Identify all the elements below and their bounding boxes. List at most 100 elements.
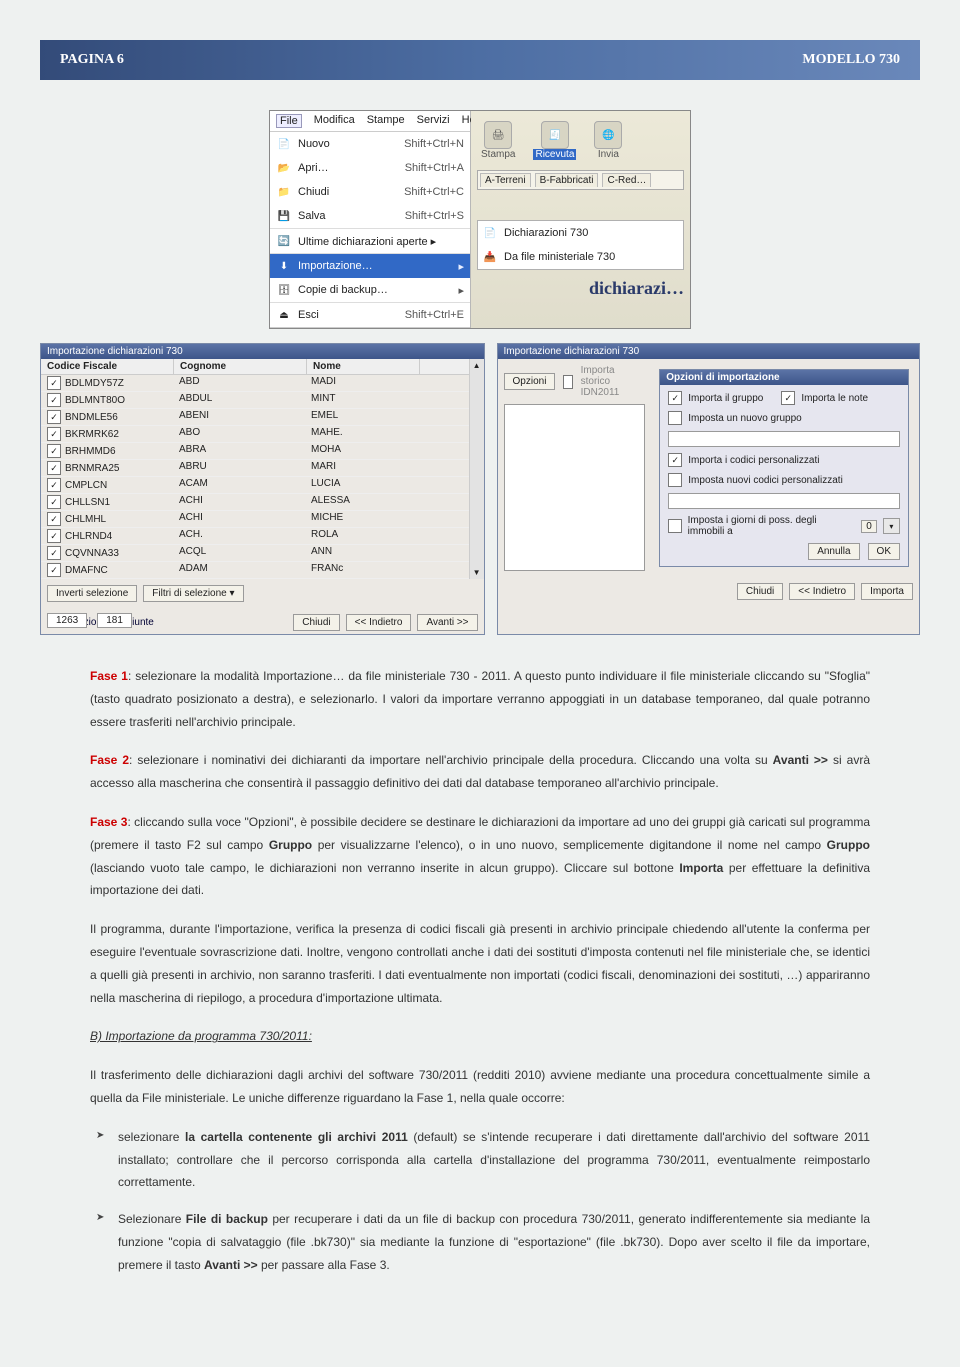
backup-icon: 🗄 [276,282,292,298]
folder-tabs: A-Terreni B-Fabbricati C-Red… [477,170,684,190]
panel-declarations: Importazione dichiarazioni 730 Codice Fi… [40,343,485,635]
row-checkbox[interactable]: ✓ [47,427,61,441]
toolbar-stampa[interactable]: 🖨Stampa [481,121,515,160]
doc-title: MODELLO 730 [802,52,900,68]
fase-2-label: Fase 2 [90,753,129,767]
chk-storico[interactable] [563,375,572,389]
heading-b: B) Importazione da programma 730/2011: [90,1029,312,1043]
btn-filter-selection[interactable]: Filtri di selezione ▾ [143,585,243,602]
recent-icon: 🔄 [276,233,292,249]
menu-stampe[interactable]: Stampe [367,114,405,128]
table-row[interactable]: ✓CHLMHLACHIMICHE [41,511,469,528]
menu-item-ultime[interactable]: 🔄 Ultime dichiarazioni aperte ▸ [270,228,470,253]
table-row[interactable]: ✓DMAFNCADAMFRANc [41,562,469,579]
row-checkbox[interactable]: ✓ [47,478,61,492]
panel-title-2: Importazione dichiarazioni 730 [498,344,919,359]
page-header: PAGINA 6 MODELLO 730 [40,40,920,80]
menu-item-esci[interactable]: ⏏ Esci Shift+Ctrl+E [270,302,470,327]
doc-icon: 📄 [482,225,498,241]
btn-invert-selection[interactable]: Inverti selezione [47,585,137,602]
chk-nuovo-gruppo[interactable] [668,411,682,425]
tab-terreni[interactable]: A-Terreni [480,173,531,187]
menubar: File Modifica Stampe Servizi Help [270,111,470,132]
menu-file[interactable]: File [276,114,302,128]
tab-fabbricati[interactable]: B-Fabbricati [535,173,599,187]
new-icon: 📄 [276,136,292,152]
menu-item-salva[interactable]: 💾 Salva Shift+Ctrl+S [270,204,470,228]
row-checkbox[interactable]: ✓ [47,461,61,475]
dropdown-giorni[interactable]: ▾ [883,518,900,534]
toolbar: 🖨Stampa 🧾Ricevuta 🌐Invia [477,115,684,170]
menu-servizi[interactable]: Servizi [417,114,450,128]
row-checkbox[interactable]: ✓ [47,410,61,424]
menu-item-nuovo[interactable]: 📄 Nuovo Shift+Ctrl+N [270,132,470,156]
menu-item-apri[interactable]: 📂 Apri… Shift+Ctrl+A [270,156,470,180]
table-row[interactable]: ✓BDLMNT80OABDULMINT [41,392,469,409]
btn-indietro-2[interactable]: << Indietro [789,583,855,600]
table-row[interactable]: ✓BNDMLE56ABENIEMEL [41,409,469,426]
btn-importa[interactable]: Importa [861,583,913,600]
import-submenu: 📄 Dichiarazioni 730 📥 Da file ministeria… [477,220,684,270]
chk-giorni[interactable] [668,519,681,533]
table-row[interactable]: ✓BRNMRA25ABRUMARI [41,460,469,477]
file-icon: 📥 [482,249,498,265]
input-nuovo-gruppo[interactable] [668,431,900,447]
row-checkbox[interactable]: ✓ [47,444,61,458]
submenu-file-ministeriale[interactable]: 📥 Da file ministeriale 730 [478,245,683,269]
tab-redditi[interactable]: C-Red… [602,173,651,187]
row-checkbox[interactable]: ✓ [47,495,61,509]
table-row[interactable]: ✓CHLLSN1ACHIALESSA [41,494,469,511]
fase-3-label: Fase 3 [90,815,127,829]
table-row[interactable]: ✓BDLMDY57ZABDMADI [41,375,469,392]
row-checkbox[interactable]: ✓ [47,393,61,407]
input-nuovi-codici[interactable] [668,493,900,509]
list-item: Selezionare File di backup per recuperar… [90,1208,870,1276]
menu-item-importazione[interactable]: ⬇ Importazione… ▸ [270,253,470,278]
print-icon: 🖨 [484,121,512,149]
input-giorni[interactable]: 0 [861,520,877,533]
page-number: PAGINA 6 [60,52,124,68]
app-window-screenshot1: File Modifica Stampe Servizi Help 📄 Nuov… [269,110,691,329]
row-checkbox[interactable]: ✓ [47,512,61,526]
row-checkbox[interactable]: ✓ [47,529,61,543]
receipt-icon: 🧾 [541,121,569,149]
btn-chiudi-2[interactable]: Chiudi [737,583,783,600]
scrollbar[interactable]: ▲ ▼ [469,359,484,579]
toolbar-invia[interactable]: 🌐Invia [594,121,622,160]
btn-ok[interactable]: OK [868,543,900,560]
scroll-down-icon[interactable]: ▼ [473,568,481,577]
toolbar-ricevuta[interactable]: 🧾Ricevuta [533,121,576,160]
chk-gruppo[interactable]: ✓ [668,391,682,405]
close-icon: 📁 [276,184,292,200]
menu-item-chiudi[interactable]: 📁 Chiudi Shift+Ctrl+C [270,180,470,204]
table-row[interactable]: ✓BRHMMD6ABRAMOHA [41,443,469,460]
panel-title: Importazione dichiarazioni 730 [41,344,484,359]
btn-annulla[interactable]: Annulla [808,543,859,560]
table-row[interactable]: ✓BKRMRK62ABOMAHE. [41,426,469,443]
chk-note[interactable]: ✓ [781,391,795,405]
btn-opzioni[interactable]: Opzioni [504,373,556,390]
chk-codici-pers[interactable]: ✓ [668,453,682,467]
options-group-title: Opzioni di importazione [660,370,908,385]
count-congiunte: 181 [97,613,132,628]
submenu-dich-730[interactable]: 📄 Dichiarazioni 730 [478,221,683,245]
row-checkbox[interactable]: ✓ [47,546,61,560]
menu-item-backup[interactable]: 🗄 Copie di backup… ▸ [270,278,470,302]
empty-input-1[interactable] [504,404,646,571]
open-icon: 📂 [276,160,292,176]
import-icon: ⬇ [276,258,292,274]
table-row[interactable]: ✓CQVNNA33ACQLANN [41,545,469,562]
lbl-storico: Importa storico IDN2011 [581,365,646,398]
table-row[interactable]: ✓CHLRND4ACH.ROLA [41,528,469,545]
list-item: selezionare la cartella contenente gli a… [90,1126,870,1194]
article-body: Fase 1: selezionare la modalità Importaz… [90,665,870,1277]
menu-modifica[interactable]: Modifica [314,114,355,128]
row-checkbox[interactable]: ✓ [47,376,61,390]
panel-options: Importazione dichiarazioni 730 Opzioni I… [497,343,920,635]
table-row[interactable]: ✓CMPLCNACAMLUCIA [41,477,469,494]
file-menu: 📄 Nuovo Shift+Ctrl+N 📂 Apri… Shift+Ctrl+… [270,132,470,328]
scroll-up-icon[interactable]: ▲ [473,361,481,370]
chk-nuovi-codici[interactable] [668,473,682,487]
grid-header: Codice Fiscale Cognome Nome [41,359,469,375]
row-checkbox[interactable]: ✓ [47,563,61,577]
